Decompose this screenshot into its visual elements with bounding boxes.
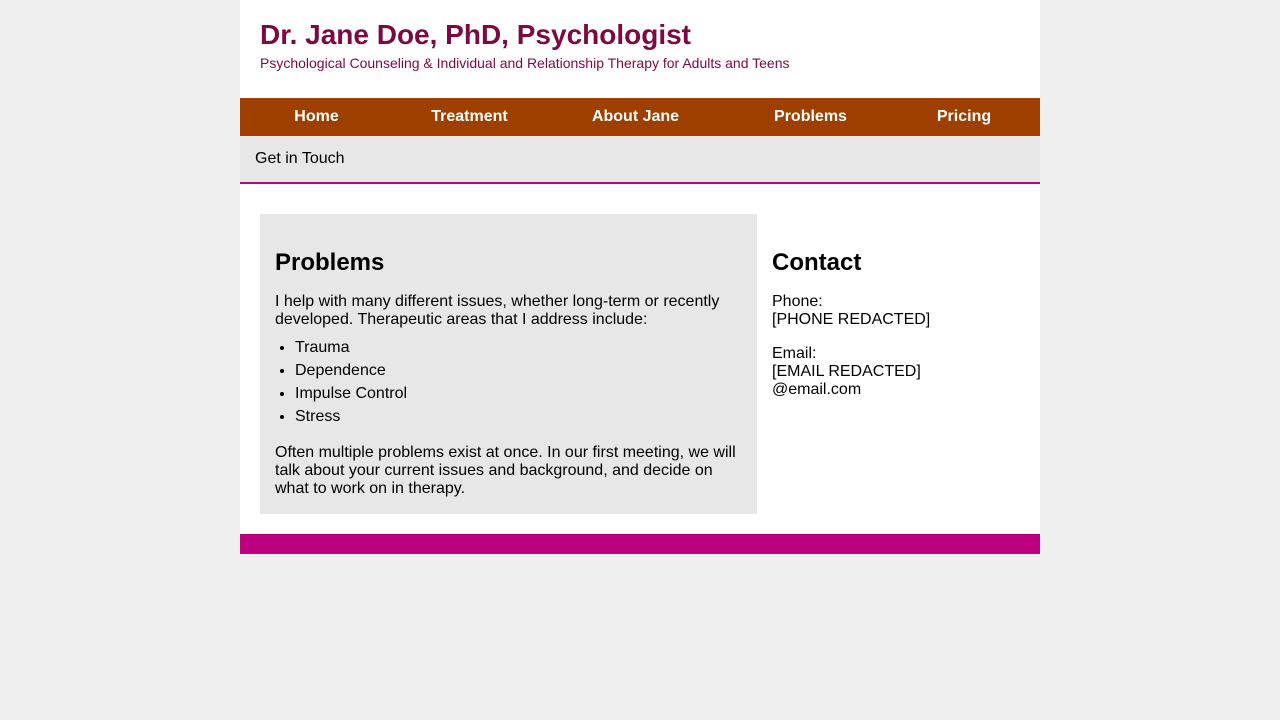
page-container: Dr. Jane Doe, PhD, Psychologist Psycholo… [240, 0, 1040, 554]
email-label: Email: [772, 345, 817, 362]
problems-outro: Often multiple problems exist at once. I… [275, 444, 736, 497]
phone-value: [PHONE REDACTED] [772, 311, 931, 328]
nav-item-pricing[interactable]: Pricing [896, 98, 1032, 136]
email-value-line1: [EMAIL REDACTED] [772, 363, 921, 380]
site-title: Dr. Jane Doe, PhD, Psychologist [260, 19, 692, 50]
problems-list: Trauma Dependence Impulse Control Stress [275, 336, 742, 428]
problems-section: Problems I help with many different issu… [260, 214, 757, 514]
email-value-line2: @email.com [772, 381, 862, 398]
nav-item-get-in-touch[interactable]: Get in Touch [240, 136, 360, 182]
contact-section: Contact Phone: [PHONE REDACTED] Email: [… [757, 214, 1020, 415]
nav-item-treatment[interactable]: Treatment [393, 98, 546, 136]
sub-nav: Get in Touch [240, 136, 1040, 184]
contact-email: Email: [EMAIL REDACTED] @email.com [772, 345, 1005, 399]
problems-heading: Problems [275, 249, 385, 276]
contact-heading: Contact [772, 249, 862, 276]
site-subtitle: Psychological Counseling & Individual an… [260, 55, 790, 71]
list-item: Trauma [295, 336, 742, 359]
list-item: Dependence [295, 359, 742, 382]
content-area: Problems I help with many different issu… [240, 184, 1040, 534]
phone-label: Phone: [772, 293, 823, 310]
main-nav: Home Treatment About Jane Problems Prici… [240, 98, 1040, 136]
site-header: Dr. Jane Doe, PhD, Psychologist Psycholo… [240, 0, 1040, 98]
nav-item-problems[interactable]: Problems [725, 98, 896, 136]
problems-intro: I help with many different issues, wheth… [275, 293, 720, 328]
contact-phone: Phone: [PHONE REDACTED] [772, 293, 1005, 329]
site-footer [240, 534, 1040, 554]
list-item: Impulse Control [295, 382, 742, 405]
list-item: Stress [295, 405, 742, 428]
nav-item-about-jane[interactable]: About Jane [546, 98, 725, 136]
nav-item-home[interactable]: Home [240, 98, 393, 136]
